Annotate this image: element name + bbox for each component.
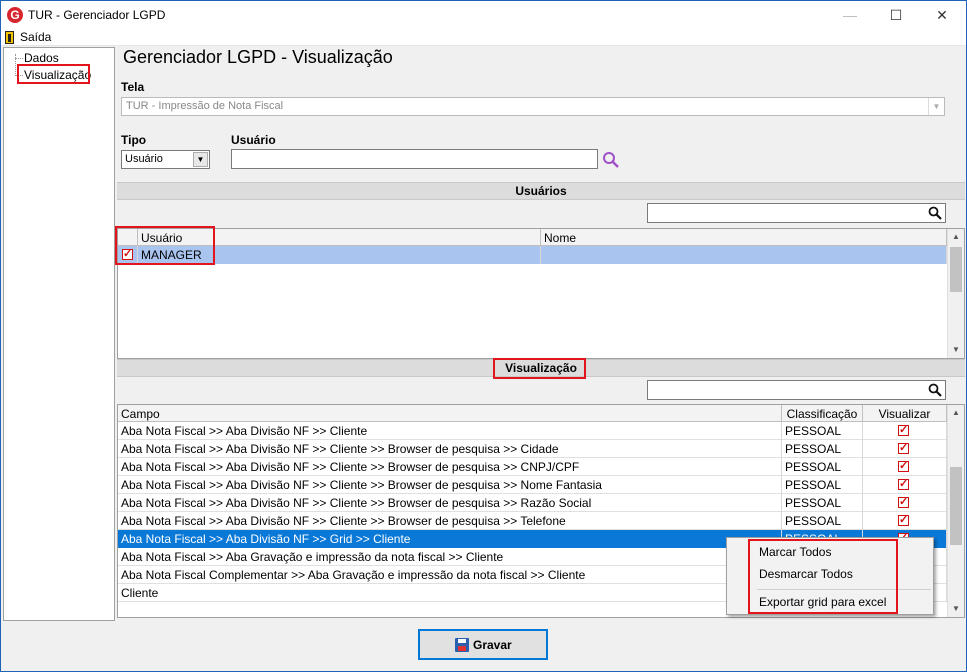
tela-label: Tela [121, 80, 145, 94]
cell-campo: Aba Nota Fiscal >> Aba Divisão NF >> Cli… [118, 512, 782, 530]
navigation-tree: Dados Visualização [3, 47, 115, 621]
scroll-thumb[interactable] [950, 467, 962, 545]
highlight-box [748, 539, 898, 614]
search-icon[interactable] [928, 206, 942, 220]
maximize-button[interactable]: ☐ [873, 1, 919, 30]
tree-branch [15, 58, 23, 59]
cell-visualizar[interactable] [863, 440, 947, 458]
cell-campo: Aba Nota Fiscal >> Aba Divisão NF >> Cli… [118, 458, 782, 476]
cell-visualizar[interactable] [863, 422, 947, 440]
scroll-down-icon[interactable]: ▼ [948, 601, 964, 617]
column-header-visualizar[interactable]: Visualizar [863, 405, 947, 422]
cell-classificacao: PESSOAL [782, 422, 863, 440]
cell-classificacao: PESSOAL [782, 494, 863, 512]
tree-item-dados[interactable]: Dados [24, 51, 59, 65]
visualizar-checkbox[interactable] [898, 495, 909, 508]
cell-nome [541, 246, 947, 264]
column-header-label: Visualizar [878, 407, 931, 421]
cell-campo: Aba Nota Fiscal >> Aba Divisão NF >> Cli… [118, 494, 782, 512]
scroll-up-icon[interactable]: ▲ [948, 229, 964, 245]
exit-door-icon[interactable] [5, 31, 14, 44]
view-scrollbar[interactable]: ▲ ▼ [947, 405, 964, 617]
usuario-label: Usuário [231, 133, 276, 147]
cell-visualizar[interactable] [863, 458, 947, 476]
cell-classificacao: PESSOAL [782, 440, 863, 458]
column-header-classificacao[interactable]: Classificação [782, 405, 863, 422]
save-button[interactable]: Gravar [418, 629, 548, 660]
search-icon[interactable] [928, 383, 942, 397]
scroll-down-icon[interactable]: ▼ [948, 342, 964, 358]
chevron-down-icon[interactable]: ▼ [193, 152, 208, 167]
close-button[interactable]: ✕ [919, 1, 965, 30]
visualizar-checkbox[interactable] [898, 423, 909, 436]
highlight-box [17, 64, 90, 84]
window-title: TUR - Gerenciador LGPD [28, 8, 166, 22]
search-icon[interactable] [602, 151, 620, 169]
users-scrollbar[interactable]: ▲ ▼ [947, 229, 964, 358]
scroll-thumb[interactable] [950, 247, 962, 292]
title-bar: G TUR - Gerenciador LGPD — ☐ ✕ [0, 0, 967, 29]
users-search-input[interactable] [647, 203, 946, 223]
table-row[interactable]: Aba Nota Fiscal >> Aba Divisão NF >> Cli… [118, 458, 947, 476]
tela-select: TUR - Impressão de Nota Fiscal ▼ [121, 97, 945, 116]
chevron-down-icon: ▼ [928, 98, 944, 115]
save-button-label: Gravar [473, 638, 512, 652]
tela-value: TUR - Impressão de Nota Fiscal [126, 100, 284, 112]
cell-campo: Aba Nota Fiscal Complementar >> Aba Grav… [118, 566, 782, 584]
floppy-disk-icon [455, 638, 469, 652]
cell-campo: Aba Nota Fiscal >> Aba Divisão NF >> Gri… [118, 530, 782, 548]
table-row[interactable]: Aba Nota Fiscal >> Aba Divisão NF >> Cli… [118, 512, 947, 530]
menu-exit[interactable]: Saída [20, 30, 51, 44]
usuario-input[interactable] [231, 149, 598, 169]
scroll-up-icon[interactable]: ▲ [948, 405, 964, 421]
cell-campo: Aba Nota Fiscal >> Aba Divisão NF >> Cli… [118, 440, 782, 458]
column-header-campo[interactable]: Campo [118, 405, 782, 422]
tipo-label: Tipo [121, 133, 147, 147]
cell-classificacao: PESSOAL [782, 476, 863, 494]
column-header-nome[interactable]: Nome [541, 229, 947, 246]
cell-classificacao: PESSOAL [782, 458, 863, 476]
column-header-label: Campo [121, 407, 160, 421]
cell-classificacao: PESSOAL [782, 512, 863, 530]
table-row[interactable]: Aba Nota Fiscal >> Aba Divisão NF >> Cli… [118, 494, 947, 512]
users-section-title: Usuários [515, 184, 567, 198]
table-row[interactable]: MANAGER [118, 246, 947, 264]
highlight-box [115, 226, 215, 265]
users-section-header: Usuários [117, 182, 965, 200]
users-grid[interactable]: Usuário Nome MANAGER ▲ ▼ [117, 228, 965, 359]
table-row[interactable]: Aba Nota Fiscal >> Aba Divisão NF >> Cli… [118, 422, 947, 440]
cell-visualizar[interactable] [863, 476, 947, 494]
view-search-input[interactable] [647, 380, 946, 400]
cell-visualizar[interactable] [863, 512, 947, 530]
visualizar-checkbox[interactable] [898, 441, 909, 454]
cell-campo: Cliente [118, 584, 782, 602]
column-header-label: Nome [544, 231, 577, 245]
column-header-label: Classificação [786, 407, 858, 421]
table-row[interactable]: Aba Nota Fiscal >> Aba Divisão NF >> Cli… [118, 476, 947, 494]
menu-bar: Saída [1, 29, 966, 46]
app-logo-icon: G [7, 7, 23, 23]
tipo-value: Usuário [125, 153, 163, 165]
cell-campo: Aba Nota Fiscal >> Aba Divisão NF >> Cli… [118, 422, 782, 440]
tipo-select[interactable]: Usuário ▼ [121, 150, 210, 169]
visualizar-checkbox[interactable] [898, 513, 909, 526]
table-row[interactable]: Aba Nota Fiscal >> Aba Divisão NF >> Cli… [118, 440, 947, 458]
page-title: Gerenciador LGPD - Visualização [123, 47, 393, 67]
cell-campo: Aba Nota Fiscal >> Aba Divisão NF >> Cli… [118, 476, 782, 494]
cell-visualizar[interactable] [863, 494, 947, 512]
minimize-button[interactable]: — [827, 1, 873, 30]
visualizar-checkbox[interactable] [898, 477, 909, 490]
highlight-box [493, 358, 586, 379]
cell-campo: Aba Nota Fiscal >> Aba Gravação e impres… [118, 548, 782, 566]
visualizar-checkbox[interactable] [898, 459, 909, 472]
